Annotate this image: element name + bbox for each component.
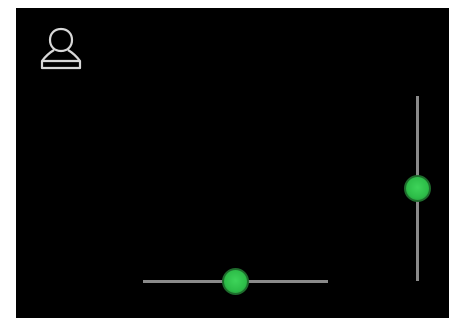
horizontal-slider[interactable]: [143, 268, 328, 295]
horizontal-slider-thumb[interactable]: [222, 268, 249, 295]
user-icon[interactable]: [37, 25, 85, 73]
vertical-slider[interactable]: [404, 96, 431, 281]
display-screen: [16, 8, 449, 318]
vertical-slider-thumb[interactable]: [404, 175, 431, 202]
